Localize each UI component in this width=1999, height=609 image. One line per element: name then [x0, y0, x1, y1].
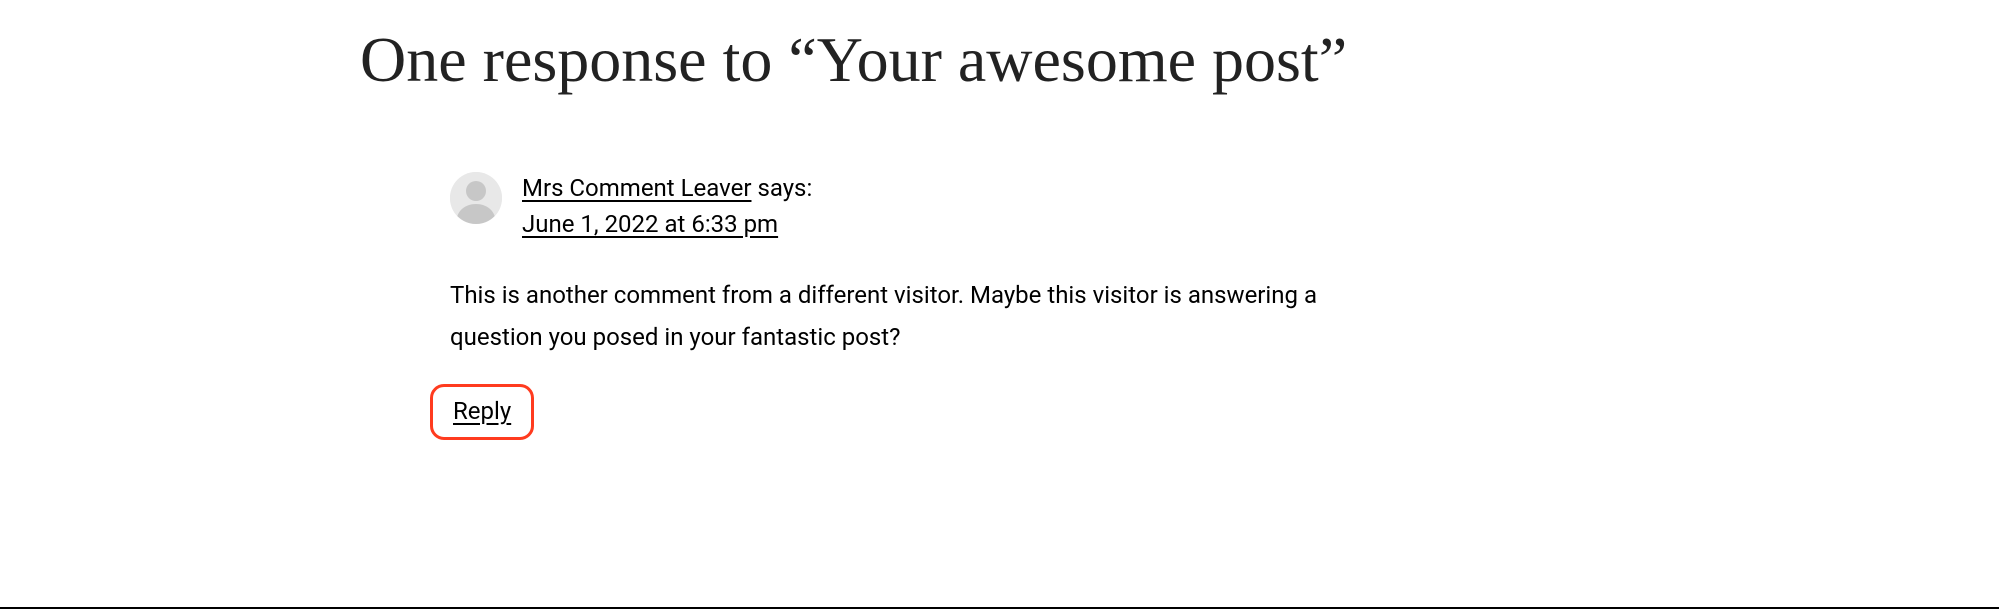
comment-body: This is another comment from a different…: [450, 274, 1380, 358]
comment-author-link[interactable]: Mrs Comment Leaver: [522, 174, 751, 202]
comment-timestamp-link[interactable]: June 1, 2022 at 6:33 pm: [522, 206, 778, 242]
comments-heading: One response to “Your awesome post”: [360, 20, 1360, 100]
comment-item: Mrs Comment Leaver says: June 1, 2022 at…: [360, 170, 1380, 440]
reply-link[interactable]: Reply: [453, 397, 511, 425]
says-label: says:: [751, 174, 812, 202]
avatar: [450, 172, 502, 224]
comment-meta: Mrs Comment Leaver says: June 1, 2022 at…: [450, 170, 1380, 242]
avatar-icon: [450, 172, 502, 224]
comments-section: One response to “Your awesome post” Mrs …: [0, 0, 1400, 440]
reply-highlight: Reply: [430, 384, 534, 440]
